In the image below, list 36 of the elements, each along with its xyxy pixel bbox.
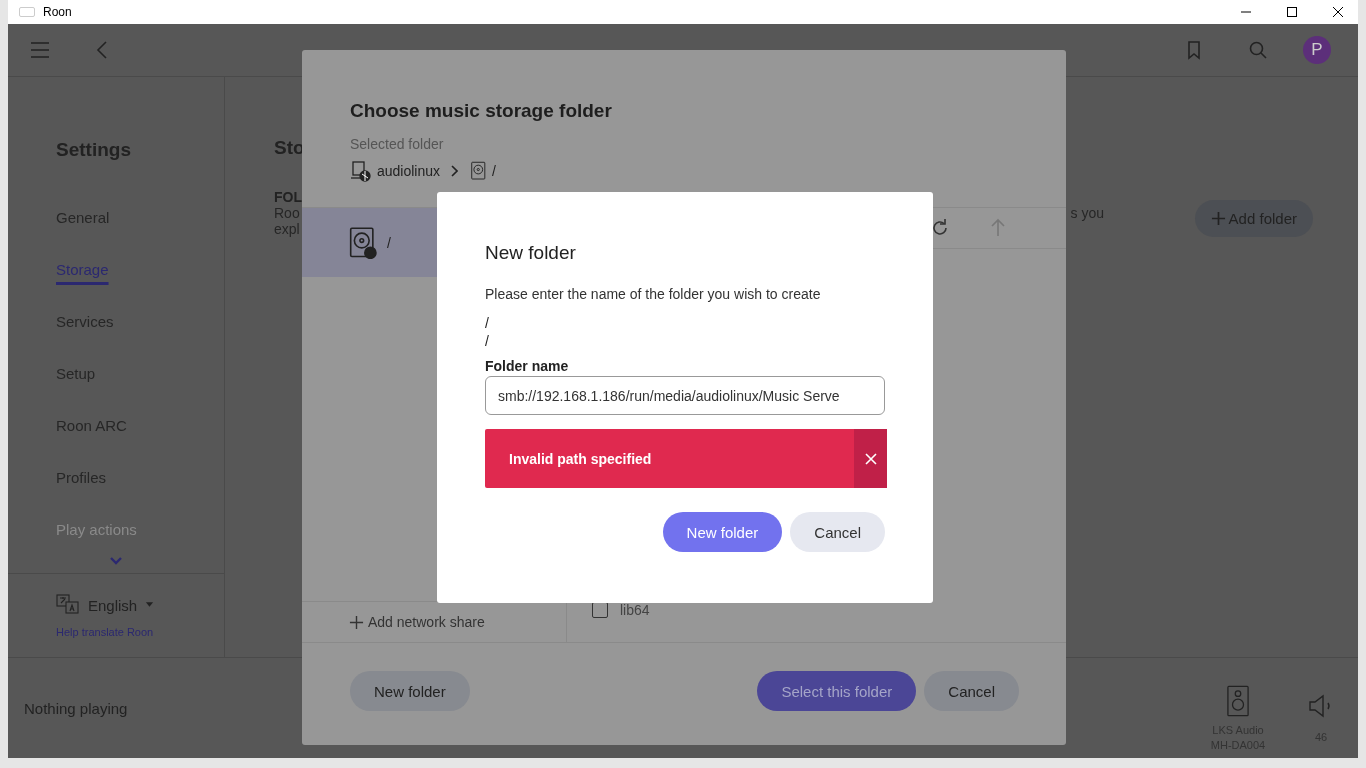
search-icon[interactable] [1248, 40, 1268, 60]
drive-icon [471, 161, 488, 181]
dialog-button[interactable]: Cancel [790, 512, 885, 552]
dialog-button[interactable]: New folder [350, 671, 470, 711]
server-icon [350, 160, 372, 182]
chevron-down-icon[interactable] [109, 556, 123, 566]
avatar[interactable]: P [1303, 36, 1331, 64]
maximize-icon[interactable] [1286, 6, 1298, 18]
close-icon[interactable] [1332, 6, 1344, 18]
close-error-button[interactable] [854, 429, 887, 488]
folder-name[interactable]: lib64 [620, 602, 650, 618]
plus-icon [1210, 211, 1226, 226]
close-icon [864, 452, 877, 465]
chevron-right-icon [450, 165, 459, 177]
window-title: Roon [43, 5, 72, 19]
breadcrumb-item[interactable]: audiolinux [377, 163, 441, 179]
plus-icon [349, 614, 364, 630]
breadcrumb-item[interactable]: / [492, 163, 496, 179]
path-text: / [485, 332, 490, 350]
caret-icon[interactable] [145, 602, 155, 608]
error-message: Invalid path specified [509, 450, 652, 467]
dialog-button[interactable]: Cancel [924, 671, 1019, 711]
field-label: Folder name [485, 358, 570, 374]
menu-icon[interactable] [30, 40, 50, 60]
dialog-title: Choose music storage folder [350, 100, 613, 122]
app-logo-icon [19, 7, 35, 17]
dialog-prompt: Please enter the name of the folder you wish to create [485, 286, 822, 302]
selected-folder-label: Selected folder [350, 136, 445, 152]
refresh-icon[interactable] [930, 218, 950, 238]
folder-name-field[interactable]: smb://192.168.1.186/run/media/audiolinux/Music Serve [485, 376, 885, 415]
speaker-icon[interactable] [1227, 685, 1249, 717]
dialog-button[interactable]: Select this folder [757, 671, 917, 711]
drive-icon [349, 226, 377, 259]
translate-icon [56, 594, 80, 616]
dialog-button[interactable]: New folder [662, 512, 783, 552]
path-text: / [485, 314, 490, 332]
